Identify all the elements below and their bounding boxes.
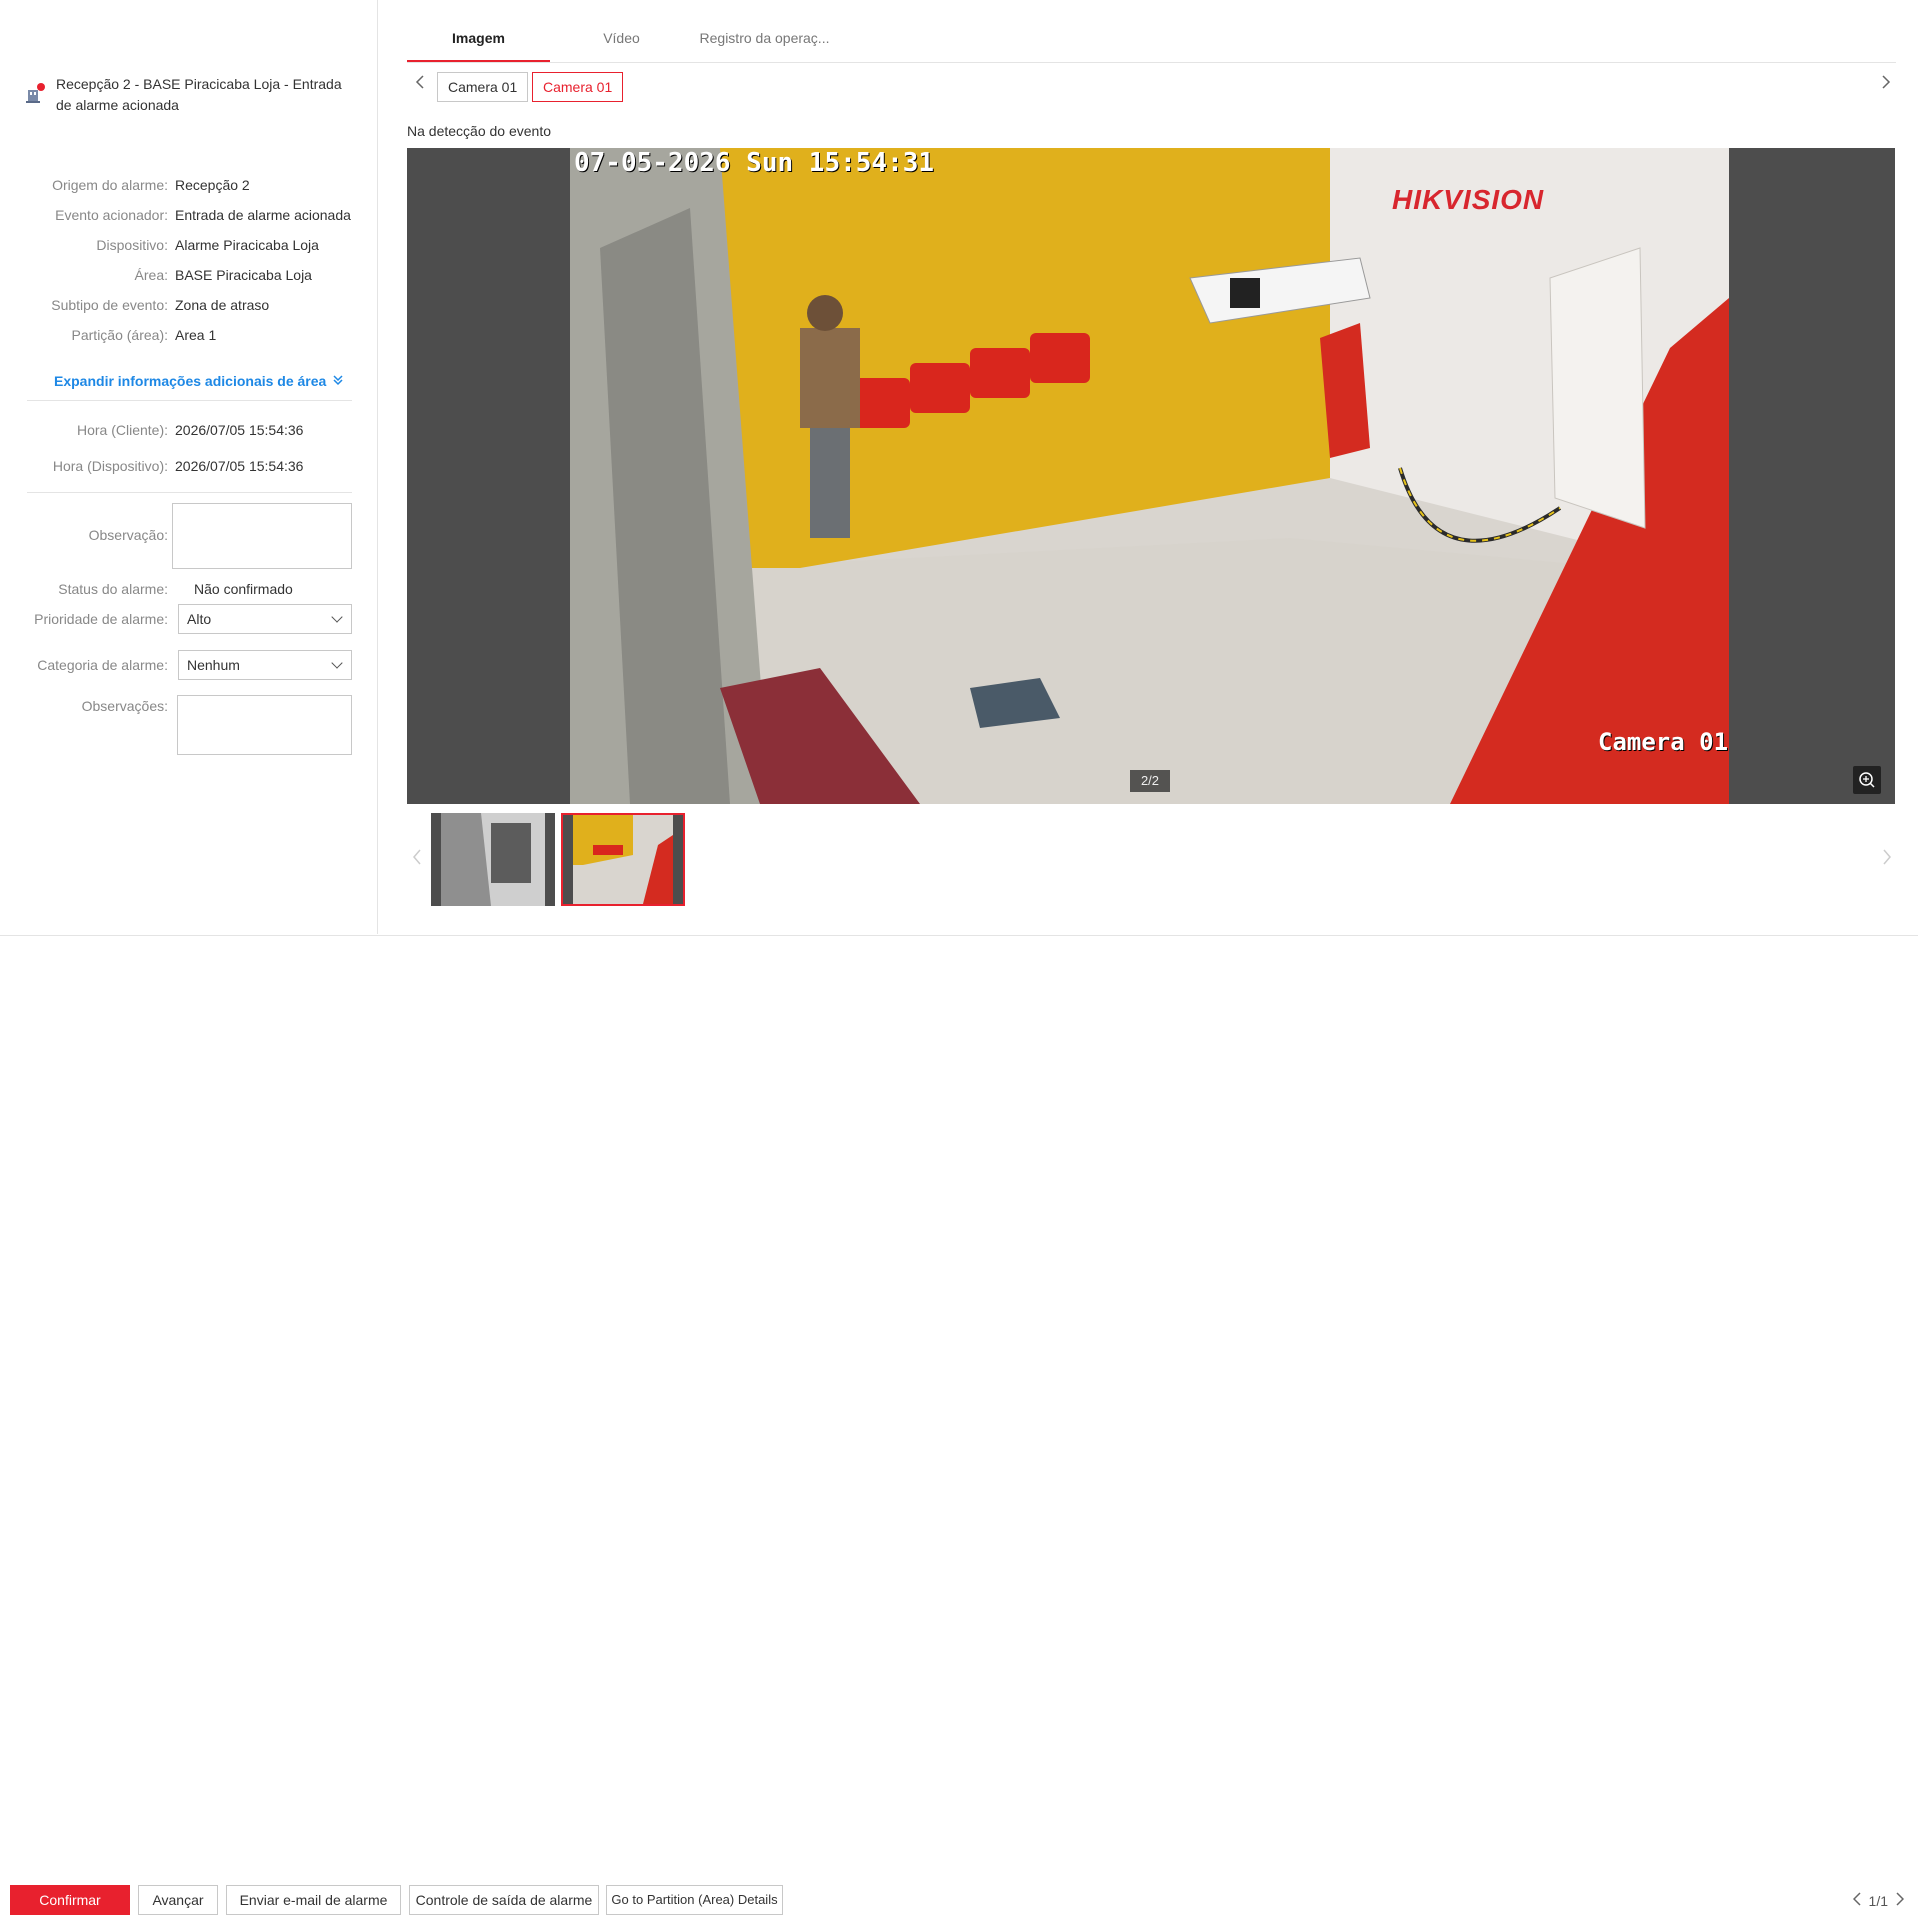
chevron-right-icon[interactable]	[1881, 74, 1891, 95]
next-button[interactable]: Avançar	[138, 1885, 218, 1915]
image-viewer: 07-05-2026 Sun 15:54:31 HIKVISION Camera…	[407, 148, 1895, 804]
chevron-left-icon[interactable]	[415, 74, 425, 95]
media-tabs: Imagem Vídeo Registro da operaç...	[407, 30, 836, 62]
chevron-left-icon[interactable]	[412, 846, 422, 872]
confirm-button[interactable]: Confirmar	[10, 1885, 130, 1915]
category-label: Categoria de alarme:	[37, 657, 168, 673]
alarm-output-button[interactable]: Controle de saída de alarme	[409, 1885, 599, 1915]
tab-operation-log[interactable]: Registro da operaç...	[693, 30, 836, 62]
chevron-down-icon	[331, 611, 343, 623]
status-label: Status do alarme:	[58, 581, 168, 597]
chevron-left-icon[interactable]	[1852, 1892, 1861, 1909]
media-panel: Imagem Vídeo Registro da operaç... Camer…	[378, 0, 1918, 934]
status-value: Não confirmado	[194, 581, 293, 597]
pagination: 1/1	[1852, 1892, 1905, 1909]
chevron-down-icon	[331, 657, 343, 669]
remarks-textarea[interactable]	[177, 695, 352, 755]
chevron-right-icon[interactable]	[1882, 846, 1892, 872]
tab-image[interactable]: Imagem	[407, 30, 550, 62]
thumbnail-1[interactable]	[431, 813, 555, 906]
priority-select-value: Alto	[187, 611, 212, 627]
detail-row-partition: Partição (área): Area 1	[71, 327, 217, 343]
priority-select[interactable]: Alto	[178, 604, 352, 634]
zoom-in-icon[interactable]	[1853, 766, 1881, 794]
image-counter: 2/2	[1130, 770, 1170, 792]
snapshot-scene	[570, 148, 1729, 804]
double-chevron-down-icon	[332, 374, 344, 389]
osd-camera-name: Camera 01	[1598, 728, 1729, 756]
capture-caption: Na detecção do evento	[407, 123, 551, 139]
detail-row-event-subtype: Subtipo de evento: Zona de atraso	[51, 297, 270, 313]
time-row-device: Hora (Dispositivo): 2026/07/05 15:54:36	[52, 458, 304, 474]
expand-area-info-link[interactable]: Expandir informações adicionais de área	[54, 373, 344, 389]
send-email-button[interactable]: Enviar e-mail de alarme	[226, 1885, 401, 1915]
divider	[27, 400, 352, 401]
tab-video[interactable]: Vídeo	[550, 30, 693, 62]
category-select[interactable]: Nenhum	[178, 650, 352, 680]
expand-area-info-label: Expandir informações adicionais de área	[54, 373, 327, 389]
alarm-title-row: Recepção 2 - BASE Piracicaba Loja - Entr…	[26, 74, 356, 116]
osd-timestamp: 07-05-2026 Sun 15:54:31	[574, 148, 935, 178]
chevron-right-icon[interactable]	[1896, 1892, 1905, 1909]
alarm-detail-panel: Recepção 2 - BASE Piracicaba Loja - Entr…	[0, 0, 378, 934]
remarks-label: Observações:	[81, 698, 168, 714]
alarm-title: Recepção 2 - BASE Piracicaba Loja - Entr…	[56, 76, 342, 113]
category-select-value: Nenhum	[187, 657, 240, 673]
observation-textarea[interactable]	[172, 503, 352, 569]
divider	[27, 492, 352, 493]
observation-label: Observação:	[88, 527, 168, 543]
priority-label: Prioridade de alarme:	[34, 611, 168, 627]
partition-details-button[interactable]: Go to Partition (Area) Details	[606, 1885, 783, 1915]
page-indicator: 1/1	[1868, 1892, 1888, 1909]
alarm-input-icon	[26, 82, 46, 104]
detail-row-area: Área: BASE Piracicaba Loja	[134, 267, 312, 283]
tabs-divider	[407, 62, 1896, 63]
detail-row-origin: Origem do alarme: Recepção 2	[52, 177, 250, 193]
status-row: Status do alarme: Não confirmado	[0, 578, 377, 600]
detail-row-trigger-event: Evento acionador: Entrada de alarme acio…	[55, 207, 351, 223]
camera-snapshot: 07-05-2026 Sun 15:54:31 HIKVISION Camera…	[570, 148, 1729, 804]
camera-chip-selected[interactable]: Camera 01	[532, 72, 624, 102]
thumbnail-2-selected[interactable]	[561, 813, 685, 906]
action-footer: Confirmar Avançar Enviar e-mail de alarm…	[0, 935, 1918, 1915]
detail-row-device: Dispositivo: Alarme Piracicaba Loja	[96, 237, 319, 253]
osd-brand-logo: HIKVISION	[1392, 184, 1545, 215]
time-row-client: Hora (Cliente): 2026/07/05 15:54:36	[76, 422, 304, 438]
camera-chip[interactable]: Camera 01	[437, 72, 529, 102]
